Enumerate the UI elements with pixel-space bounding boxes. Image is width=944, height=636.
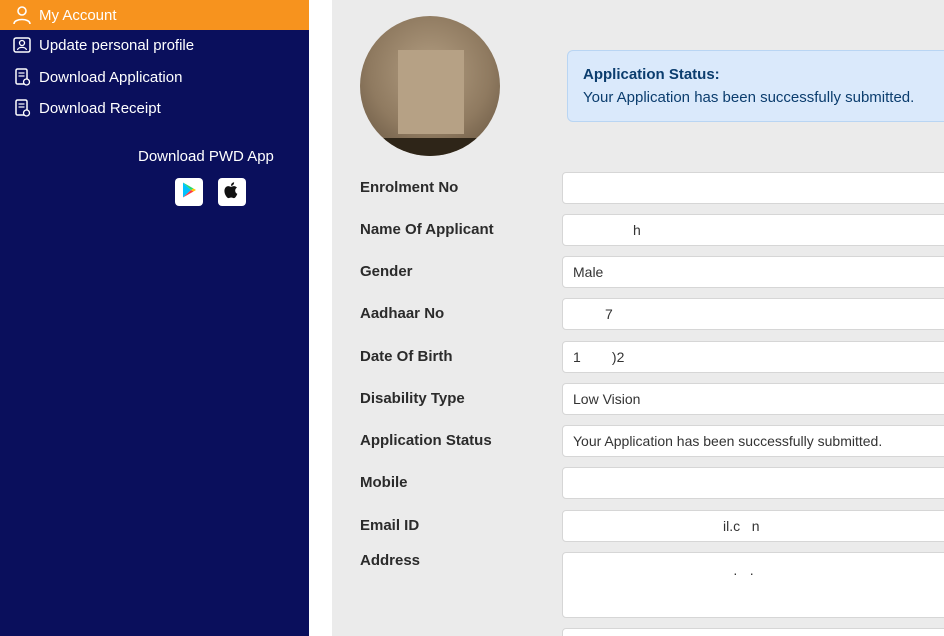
- status-alert-message: Your Application has been successfully s…: [583, 89, 915, 106]
- enrolment-no-field[interactable]: [562, 172, 944, 204]
- sidebar-item-label: Download Application: [39, 68, 183, 86]
- gender-field[interactable]: Male: [562, 256, 944, 288]
- sidebar-item-label: Download Receipt: [39, 99, 161, 117]
- photo-redaction: [398, 50, 464, 134]
- photo-shade: [360, 138, 500, 156]
- mobile-label: Mobile: [360, 474, 408, 491]
- sidebar-item-update-profile[interactable]: Update personal profile: [0, 30, 309, 60]
- email-id-label: Email ID: [360, 517, 420, 534]
- disability-type-label: Disability Type: [360, 390, 465, 407]
- gender-label: Gender: [360, 263, 413, 280]
- applicant-photo: [360, 16, 500, 156]
- sidebar-item-label: Update personal profile: [39, 36, 195, 54]
- date-of-birth-label: Date Of Birth: [360, 348, 453, 365]
- google-play-button[interactable]: [175, 178, 203, 206]
- user-icon: [11, 4, 33, 26]
- main-content: Application Status: Your Application has…: [332, 0, 944, 636]
- application-status-field[interactable]: Your Application has been successfully s…: [562, 425, 944, 457]
- application-status-alert: Application Status: Your Application has…: [567, 50, 944, 122]
- status-alert-title: Application Status:: [583, 66, 720, 83]
- download-app-title: Download PWD App: [138, 148, 274, 165]
- sidebar-gap: [309, 0, 332, 636]
- document-download-icon: [11, 66, 33, 88]
- aadhaar-no-label: Aadhaar No: [360, 305, 445, 322]
- sidebar-item-download-application[interactable]: Download Application: [0, 62, 309, 92]
- next-field-partial[interactable]: [562, 628, 944, 636]
- sidebar-item-my-account[interactable]: My Account: [0, 0, 309, 30]
- disability-type-field[interactable]: Low Vision: [562, 383, 944, 415]
- apple-icon: [223, 181, 241, 204]
- google-play-icon: [180, 181, 198, 204]
- address-field[interactable]: · ·: [562, 552, 944, 618]
- aadhaar-no-field[interactable]: 7: [562, 298, 944, 330]
- enrolment-no-label: Enrolment No: [360, 179, 459, 196]
- mobile-field[interactable]: [562, 467, 944, 499]
- application-status-label: Application Status: [360, 432, 492, 449]
- app-store-button[interactable]: [218, 178, 246, 206]
- applicant-name-label: Name Of Applicant: [360, 221, 494, 238]
- profile-card-icon: [11, 34, 33, 56]
- address-label: Address: [360, 552, 421, 569]
- sidebar-item-label: My Account: [39, 6, 117, 24]
- date-of-birth-field[interactable]: 1 )2: [562, 341, 944, 373]
- email-id-field[interactable]: il.c n: [562, 510, 944, 542]
- sidebar-item-download-receipt[interactable]: Download Receipt: [0, 93, 309, 123]
- sidebar: My Account Update personal profile Downl…: [0, 0, 309, 636]
- receipt-download-icon: [11, 97, 33, 119]
- applicant-name-field[interactable]: h: [562, 214, 944, 246]
